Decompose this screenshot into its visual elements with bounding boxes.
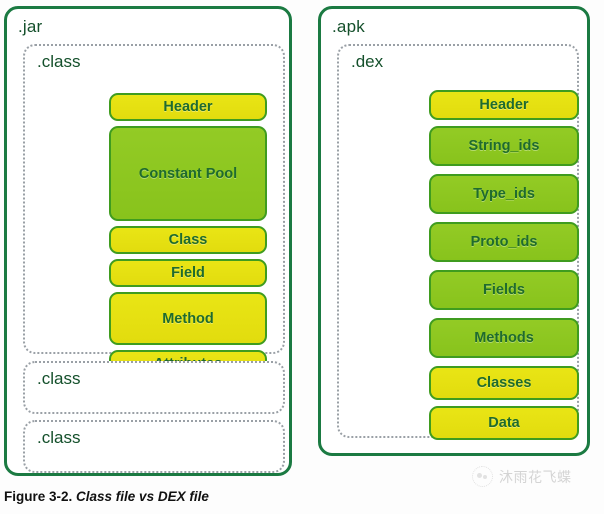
class-label-3: .class <box>37 428 81 447</box>
section-classes: Classes <box>429 366 579 400</box>
class-label-2: .class <box>37 369 81 388</box>
figure-caption: Figure 3-2. Class file vs DEX file <box>4 489 209 504</box>
dex-container: .dex Header String_ids Type_ids Proto_id… <box>337 44 579 440</box>
section-string-ids: String_ids <box>429 126 579 166</box>
section-label: Classes <box>476 375 532 391</box>
section-type-ids: Type_ids <box>429 174 579 214</box>
section-label: Proto_ids <box>470 234 538 250</box>
section-field: Field <box>109 259 267 287</box>
section-label: Methods <box>474 330 534 346</box>
class-container-primary: .class Header Constant Pool Class Field … <box>23 44 285 378</box>
class-label-1: .class <box>37 52 81 71</box>
section-header: Header <box>429 90 579 120</box>
section-method: Method <box>109 292 267 345</box>
section-label: String_ids <box>468 138 540 154</box>
figure-number: Figure 3-2. <box>4 489 73 504</box>
figure-title: Class file vs DEX file <box>76 489 209 504</box>
section-label: Class <box>168 232 208 248</box>
apk-panel: .apk .dex Header String_ids Type_ids Pro… <box>318 6 590 456</box>
jar-label: .jar <box>18 17 43 36</box>
section-methods: Methods <box>429 318 579 358</box>
section-label: Field <box>171 265 205 281</box>
section-label: Data <box>488 415 520 431</box>
section-label: Fields <box>483 282 525 298</box>
section-label: Type_ids <box>473 186 535 202</box>
class-container-tertiary: .class <box>23 420 285 473</box>
section-fields: Fields <box>429 270 579 310</box>
dex-label: .dex <box>351 52 384 71</box>
section-proto-ids: Proto_ids <box>429 222 579 262</box>
section-label: Header <box>479 97 529 113</box>
section-data: Data <box>429 406 579 440</box>
jar-panel: .jar .class Header Constant Pool Class F… <box>4 6 292 476</box>
apk-label: .apk <box>332 17 365 36</box>
section-label: Constant Pool <box>138 165 238 182</box>
watermark-text: 沐雨花飞蝶 <box>499 468 572 485</box>
section-constant-pool: Constant Pool <box>109 126 267 221</box>
section-class: Class <box>109 226 267 254</box>
watermark: 沐雨花飞蝶 <box>472 466 572 487</box>
section-label: Header <box>163 99 213 115</box>
class-container-secondary: .class <box>23 361 285 414</box>
wechat-logo-icon <box>472 466 493 487</box>
section-header: Header <box>109 93 267 121</box>
section-label: Method <box>162 310 214 327</box>
